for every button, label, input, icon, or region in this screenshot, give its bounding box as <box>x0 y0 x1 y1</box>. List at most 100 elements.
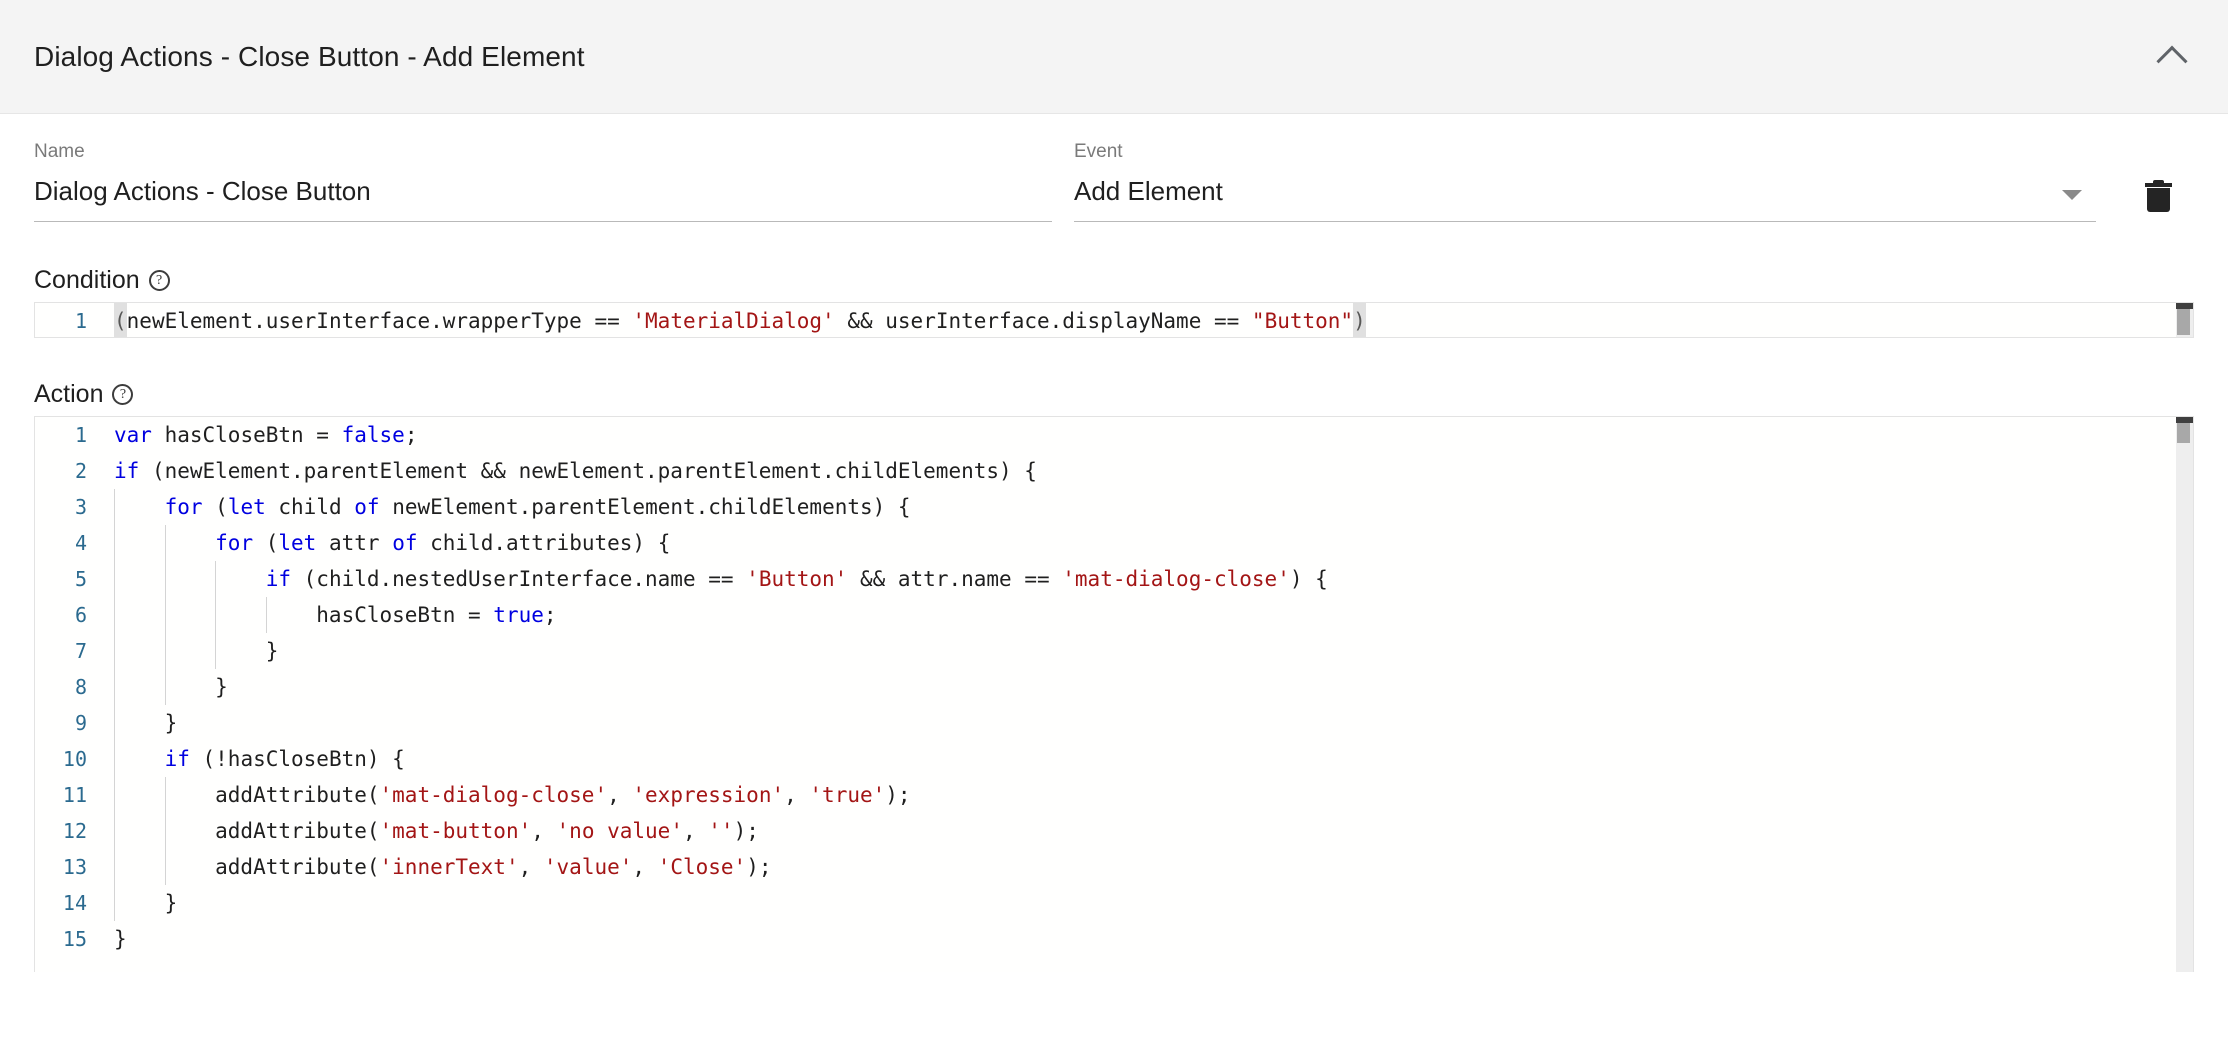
event-select-value[interactable]: Add Element <box>1074 178 2096 221</box>
code-token: ) { <box>1289 567 1328 591</box>
indent-guide <box>164 849 166 885</box>
indent-guide <box>114 741 115 777</box>
action-code-editor[interactable]: 1 var hasCloseBtn = false; 2 if (newElement… <box>34 416 2194 972</box>
code-text[interactable]: (newElement.userInterface.wrapperType ==… <box>101 303 2193 337</box>
action-editor-scrollbar[interactable] <box>2176 417 2193 972</box>
code-token: && userInterface.displayName == <box>834 309 1252 333</box>
code-token: ; <box>404 423 418 447</box>
cursor-highlight: ( <box>114 303 127 337</box>
code-text[interactable]: for (let child of newElement.parentEleme… <box>101 489 2193 525</box>
code-token: ); <box>733 819 759 843</box>
indent-guide <box>215 597 216 633</box>
code-line: 9 } <box>35 705 2193 741</box>
code-text[interactable]: hasCloseBtn = true; <box>101 597 2193 633</box>
code-token: (!hasCloseBtn) { <box>189 747 405 771</box>
event-label: Event <box>1074 141 1123 162</box>
code-token: } <box>114 639 279 663</box>
code-token: 'MaterialDialog' <box>632 309 835 333</box>
event-underline <box>1074 221 2096 222</box>
line-number: 14 <box>62 891 87 915</box>
delete-rule-button[interactable] <box>2130 168 2186 224</box>
code-token: addAttribute( <box>114 855 380 879</box>
line-number: 8 <box>74 675 87 699</box>
chevron-down-icon[interactable] <box>2062 190 2082 200</box>
code-line: 1 var hasCloseBtn = false; <box>35 417 2193 453</box>
code-text[interactable]: } <box>101 669 2193 705</box>
code-token: of <box>392 531 418 555</box>
name-underline <box>34 221 1052 222</box>
code-token: ; <box>543 603 557 627</box>
indent-guide <box>164 777 166 813</box>
code-token: ( <box>202 495 228 519</box>
indent-guide <box>114 885 115 921</box>
indent-guide <box>114 597 115 633</box>
code-text[interactable]: } <box>101 705 2193 741</box>
line-number: 1 <box>74 309 87 333</box>
code-token: (child.nestedUserInterface.name == <box>291 567 747 591</box>
code-token: child <box>265 495 355 519</box>
name-field-group: Name Dialog Actions - Close Button <box>34 138 1052 222</box>
name-input[interactable]: Dialog Actions - Close Button <box>34 178 1052 221</box>
condition-section-header: Condition ? <box>34 268 2194 293</box>
line-number: 3 <box>74 495 87 519</box>
code-line: 14 } <box>35 885 2193 921</box>
action-section-header: Action ? <box>34 382 2194 407</box>
code-text[interactable]: addAttribute('innerText', 'value', 'Clos… <box>101 849 2193 885</box>
code-text[interactable]: var hasCloseBtn = false; <box>101 417 2193 453</box>
code-line: 7 } <box>35 633 2193 669</box>
help-circle-icon[interactable]: ? <box>148 270 170 291</box>
condition-editor-scroll-corner <box>2176 303 2193 309</box>
code-token: if <box>265 567 292 591</box>
condition-code-editor[interactable]: 1 (newElement.userInterface.wrapperType =… <box>34 302 2194 338</box>
code-text[interactable]: for (let attr of child.attributes) { <box>101 525 2193 561</box>
code-text[interactable]: addAttribute('mat-dialog-close', 'expres… <box>101 777 2193 813</box>
code-line: 5 if (child.nestedUserInterface.name == … <box>35 561 2193 597</box>
code-token: attr <box>316 531 393 555</box>
code-token: ); <box>746 855 772 879</box>
trash-icon <box>2144 180 2172 212</box>
code-text[interactable]: if (newElement.parentElement && newEleme… <box>101 453 2193 489</box>
indent-guide <box>164 597 166 633</box>
indent-guide <box>114 813 115 849</box>
name-label: Name <box>34 141 85 162</box>
collapse-panel-button[interactable] <box>2146 31 2198 83</box>
code-token: , <box>784 783 810 807</box>
code-token: 'Close' <box>657 855 747 879</box>
code-text[interactable]: addAttribute('mat-button', 'no value', '… <box>101 813 2193 849</box>
code-token: true <box>493 603 544 627</box>
help-circle-icon[interactable]: ? <box>112 384 134 405</box>
code-token: , <box>518 855 544 879</box>
line-number: 12 <box>62 819 87 843</box>
code-text[interactable]: } <box>101 921 2193 957</box>
code-line: 8 } <box>35 669 2193 705</box>
indent-guide <box>164 561 166 597</box>
indent-guide <box>164 813 166 849</box>
code-token: if <box>164 747 190 771</box>
indent-guide <box>114 777 115 813</box>
page-title: Dialog Actions - Close Button - Add Elem… <box>34 40 585 72</box>
line-number: 2 <box>74 459 87 483</box>
fields-row: Name Dialog Actions - Close Button Event… <box>34 114 2194 224</box>
indent-guide <box>164 525 166 561</box>
code-text[interactable]: } <box>101 633 2193 669</box>
code-text[interactable]: } <box>101 885 2193 921</box>
indent-guide <box>114 633 115 669</box>
code-token: , <box>607 783 633 807</box>
line-number: 11 <box>62 783 87 807</box>
indent-guide <box>215 633 216 669</box>
indent-guide <box>265 597 267 633</box>
code-token: && attr.name == <box>847 567 1063 591</box>
code-token: } <box>114 927 127 951</box>
code-token: , <box>682 819 709 843</box>
code-text[interactable]: if (child.nestedUserInterface.name == 'B… <box>101 561 2193 597</box>
panel-body: Name Dialog Actions - Close Button Event… <box>0 114 2228 972</box>
code-token: 'innerText' <box>379 855 519 879</box>
code-token: , <box>531 819 557 843</box>
line-number: 15 <box>62 927 87 951</box>
code-token: let <box>278 531 317 555</box>
code-text[interactable]: if (!hasCloseBtn) { <box>101 741 2193 777</box>
code-token: var <box>114 423 152 447</box>
indent-guide <box>114 669 115 705</box>
code-token: } <box>114 891 178 915</box>
